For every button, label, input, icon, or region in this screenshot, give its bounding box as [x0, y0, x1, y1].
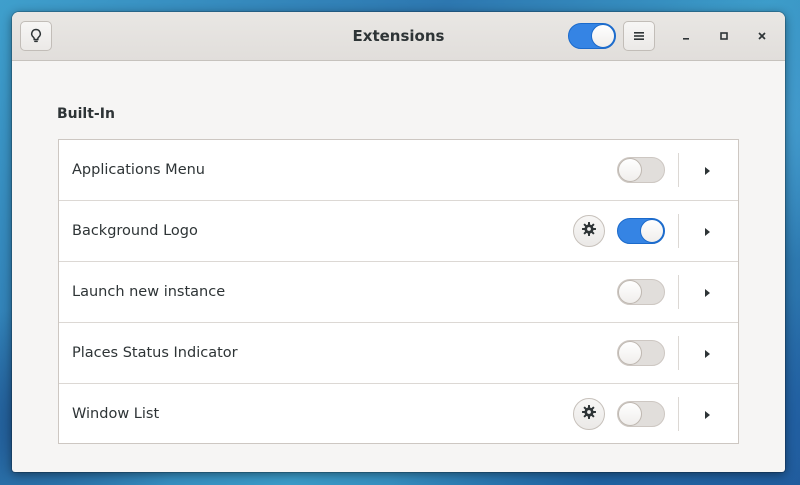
gear-icon — [581, 404, 597, 424]
help-button[interactable] — [20, 21, 52, 51]
chevron-right-icon — [702, 222, 712, 241]
list-item-window-list[interactable]: Window List — [59, 384, 738, 445]
list-item-background-logo[interactable]: Background Logo — [59, 201, 738, 262]
extension-toggle-switch[interactable] — [617, 279, 665, 305]
extension-toggle-switch[interactable] — [617, 340, 665, 366]
row-separator — [678, 153, 679, 187]
details-button[interactable] — [697, 404, 717, 424]
chevron-right-icon — [702, 283, 712, 302]
hamburger-menu-icon — [632, 29, 646, 43]
extension-toggle-switch[interactable] — [617, 218, 665, 244]
section-title-built-in: Built-In — [57, 106, 115, 122]
extension-settings-button[interactable] — [573, 398, 605, 430]
details-button[interactable] — [697, 160, 717, 180]
close-button[interactable] — [750, 24, 774, 48]
row-separator — [678, 214, 679, 248]
extension-settings-button[interactable] — [573, 215, 605, 247]
extensions-list: Applications Menu Background Logo Launch… — [58, 139, 739, 444]
lightbulb-icon — [28, 28, 44, 44]
chevron-right-icon — [702, 405, 712, 424]
maximize-icon — [718, 27, 730, 46]
main-menu-button[interactable] — [623, 21, 655, 51]
switch-knob — [591, 24, 615, 48]
window-title: Extensions — [352, 27, 445, 45]
extension-name: Places Status Indicator — [72, 345, 238, 361]
header-bar: Extensions — [12, 12, 785, 61]
switch-knob — [618, 341, 642, 365]
list-item-launch-new-instance[interactable]: Launch new instance — [59, 262, 738, 323]
minimize-icon — [680, 27, 692, 46]
extension-name: Background Logo — [72, 223, 198, 239]
details-button[interactable] — [697, 282, 717, 302]
content-area: Built-In Applications Menu Background Lo… — [12, 61, 785, 472]
extension-name: Launch new instance — [72, 284, 226, 300]
close-icon — [756, 27, 768, 46]
minimize-button[interactable] — [674, 24, 698, 48]
row-separator — [678, 336, 679, 370]
chevron-right-icon — [702, 161, 712, 180]
chevron-right-icon — [702, 344, 712, 363]
row-separator — [678, 275, 679, 309]
extension-name: Applications Menu — [72, 162, 205, 178]
extension-toggle-switch[interactable] — [617, 157, 665, 183]
extension-name: Window List — [72, 406, 160, 422]
switch-knob — [640, 219, 664, 243]
extensions-window: Extensions Built-In Applications Menu Ba… — [12, 12, 785, 472]
gear-icon — [581, 221, 597, 241]
switch-knob — [618, 158, 642, 182]
extension-toggle-switch[interactable] — [617, 401, 665, 427]
switch-knob — [618, 280, 642, 304]
global-extensions-switch[interactable] — [568, 23, 616, 49]
maximize-button[interactable] — [712, 24, 736, 48]
row-separator — [678, 397, 679, 431]
details-button[interactable] — [697, 221, 717, 241]
details-button[interactable] — [697, 343, 717, 363]
list-item-applications-menu[interactable]: Applications Menu — [59, 140, 738, 201]
list-item-places-status-indicator[interactable]: Places Status Indicator — [59, 323, 738, 384]
switch-knob — [618, 402, 642, 426]
